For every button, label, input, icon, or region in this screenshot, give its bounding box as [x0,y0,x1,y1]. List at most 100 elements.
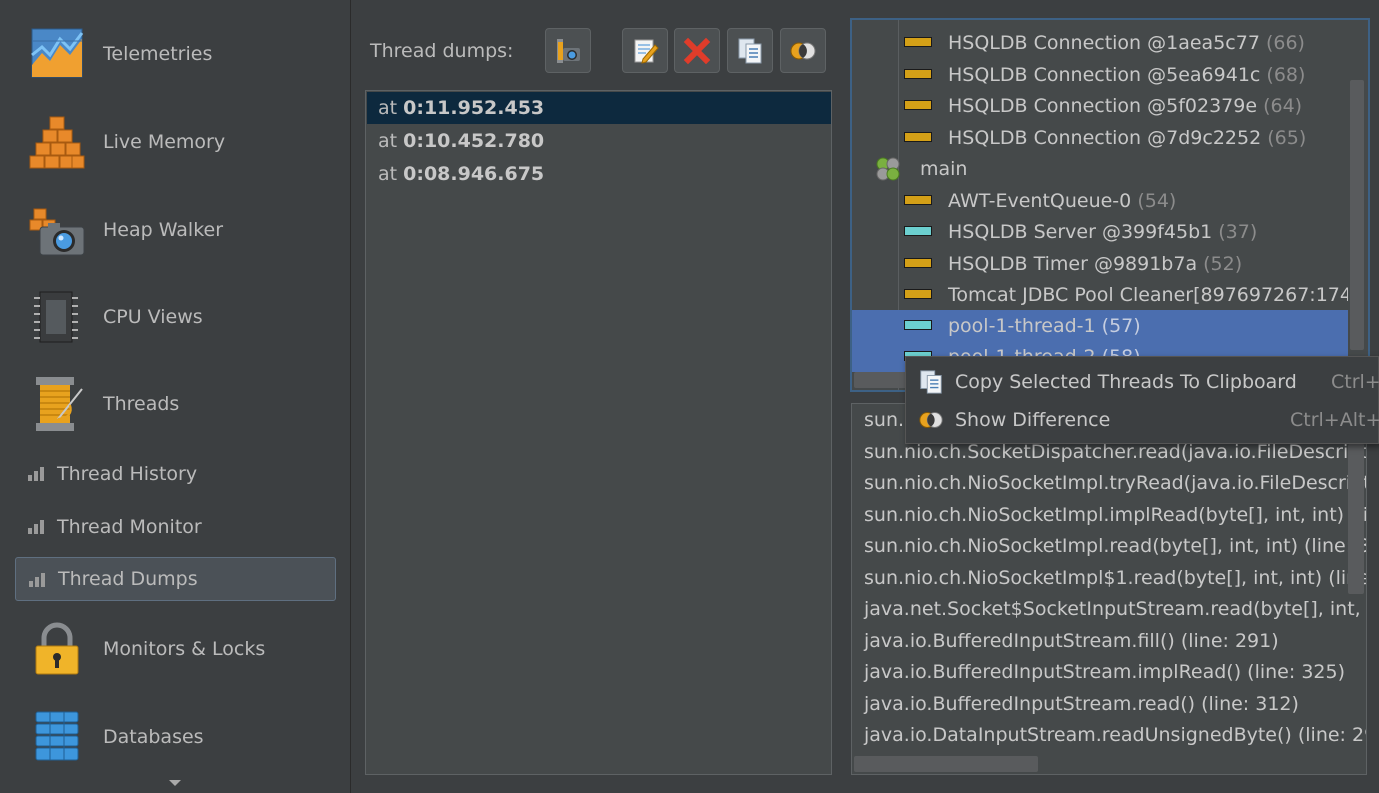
thread-group-icon [876,157,900,181]
thread-name: Tomcat JDBC Pool Cleaner[897697267:1743 [948,283,1365,306]
rename-dump-button[interactable] [622,28,668,73]
sidebar-item-monitors-locks[interactable]: Monitors & Locks [0,609,351,689]
delete-dump-button[interactable] [674,28,720,73]
sidebar-item-label: Telemetries [103,43,213,65]
stack-scroll-thumb[interactable] [1348,444,1364,594]
stack-frame: java.io.BufferedInputStream.fill() (line… [864,630,1279,652]
menu-item-shortcut: Ctrl+Alt+D [1290,409,1379,431]
thread-state-swatch [904,195,932,205]
take-thread-dump-icon [557,38,580,63]
tree-row[interactable]: HSQLDB Server @399f45b1 (37) [852,216,1350,247]
stack-frame: sun.nio.ch.NioSocketImpl.read(byte[], in… [864,535,1367,557]
list-item[interactable]: at 0:10.452.780 [367,125,831,157]
sidebar: Telemetries Live Memory Heap Walker CPU … [0,0,351,793]
stack-frame: sun. [864,409,905,431]
thread-dump-list[interactable]: at 0:11.952.453 at 0:10.452.780 at 0:08.… [365,90,832,775]
stack-frame: sun.nio.ch.NioSocketImpl$1.read(byte[], … [864,567,1367,589]
tree-row[interactable]: HSQLDB Connection @5ea6941c (68) [852,59,1350,90]
thread-state-swatch [904,258,932,268]
stack-trace-panel[interactable]: sun. sun.nio.ch.SocketDispatcher.read(ja… [851,403,1367,775]
rename-dump-icon [634,39,659,64]
context-menu: Copy Selected Threads To Clipboard Ctrl+… [905,356,1379,444]
thread-name: AWT-EventQueue-0 (54) [948,189,1177,212]
thread-name: HSQLDB Connection @1aea5c77 (66) [948,31,1305,54]
heap-walker-camera-icon [29,208,85,256]
thread-dumps-panel: Thread dumps: at 0:11.952.453 at 0:10.45… [352,0,849,793]
sidebar-item-threads[interactable]: Threads [0,364,351,444]
menu-item-label: Copy Selected Threads To Clipboard [955,371,1297,393]
list-item[interactable]: at 0:08.946.675 [367,158,831,190]
sidebar-item-heap-walker[interactable]: Heap Walker [0,190,351,270]
sidebar-item-label: Thread Dumps [58,568,198,590]
tree-row[interactable]: HSQLDB Timer @9891b7a (52) [852,248,1350,279]
sidebar-item-label: Thread History [57,463,198,485]
bar-chart-icon [28,520,44,534]
stack-frame: sun.nio.ch.NioSocketImpl.tryRead(java.io… [864,472,1367,494]
sidebar-item-label: Heap Walker [103,219,224,241]
thread-dumps-label: Thread dumps: [370,40,514,62]
menu-item-shortcut: Ctrl+C [1331,371,1379,393]
sidebar-item-label: CPU Views [103,306,203,328]
stack-horizontal-scrollbar[interactable] [854,756,1038,772]
dump-prefix: at [378,130,404,152]
menu-item-show-difference[interactable]: Show Difference Ctrl+Alt+D [906,401,1379,439]
sidebar-item-thread-dumps[interactable]: Thread Dumps [15,557,336,601]
bar-chart-icon [28,467,44,481]
sidebar-item-thread-history[interactable]: Thread History [15,452,336,496]
sidebar-item-live-memory[interactable]: Live Memory [0,102,351,182]
sidebar-scroll-down-icon[interactable] [169,780,181,786]
stack-frame: java.io.BufferedInputStream.implRead() (… [864,661,1345,683]
thread-name: HSQLDB Connection @5ea6941c (68) [948,63,1306,86]
tree-row[interactable]: AWT-EventQueue-0 (54) [852,185,1350,216]
tree-group-row[interactable]: main [852,153,1350,184]
thread-state-swatch [904,320,932,330]
tree-row[interactable]: pool-1-thread-1 (57) [852,310,1350,341]
delete-dump-icon [683,37,711,64]
sidebar-item-label: Thread Monitor [57,516,202,538]
menu-item-copy-selected-threads[interactable]: Copy Selected Threads To Clipboard Ctrl+… [906,363,1379,401]
sidebar-item-databases[interactable]: Databases [0,697,351,777]
database-icon [35,711,79,761]
thread-name: HSQLDB Connection @7d9c2252 (65) [948,126,1307,149]
tree-row[interactable]: HSQLDB Connection @7d9c2252 (65) [852,122,1350,153]
thread-name: HSQLDB Server @399f45b1 (37) [948,220,1258,243]
dump-prefix: at [378,97,404,119]
show-difference-icon [790,42,816,59]
tree-row[interactable]: Tomcat JDBC Pool Cleaner[897697267:1743 [852,279,1364,310]
sidebar-item-cpu-views[interactable]: CPU Views [0,277,351,357]
cpu-chip-icon [34,291,78,343]
show-difference-button[interactable] [780,28,826,73]
take-thread-dump-button[interactable] [545,28,591,73]
sidebar-item-telemetries[interactable]: Telemetries [0,14,351,94]
bar-chart-icon [29,573,45,587]
thread-state-swatch [904,226,932,236]
copy-threads-icon [738,38,762,63]
tree-row[interactable]: HSQLDB Connection @1aea5c77 (66) [852,27,1350,58]
show-difference-icon [919,412,943,428]
thread-tree[interactable]: HSQLDB Connection @1aea5c77 (66) HSQLDB … [850,18,1370,392]
thread-name: HSQLDB Timer @9891b7a (52) [948,252,1243,275]
thread-group-name: main [920,157,968,180]
stack-frame: sun.nio.ch.NioSocketImpl.implRead(byte[]… [864,504,1367,526]
live-memory-cubes-icon [29,116,85,169]
sidebar-item-label: Threads [103,393,180,415]
thread-state-swatch [904,37,932,47]
dump-time: 0:08.946.675 [403,163,545,185]
dump-prefix: at [378,163,404,185]
sidebar-item-label: Monitors & Locks [103,638,266,660]
sidebar-item-label: Live Memory [103,131,226,153]
tree-row[interactable]: HSQLDB Connection @5f02379e (64) [852,90,1350,121]
thread-state-swatch [904,132,932,142]
stack-frame: sun.nio.ch.SocketDispatcher.read(java.io… [864,441,1367,463]
stack-frame: java.io.BufferedInputStream.read() (line… [864,693,1299,715]
tree-scroll-thumb[interactable] [1350,80,1364,350]
thread-state-swatch [904,289,932,299]
sidebar-item-thread-monitor[interactable]: Thread Monitor [15,505,336,549]
thread-name: pool-1-thread-1 (57) [948,314,1141,337]
list-item[interactable]: at 0:11.952.453 [367,92,831,124]
copy-threads-button[interactable] [727,28,773,73]
thread-state-swatch [904,69,932,79]
padlock-icon [35,622,79,675]
threads-spool-icon [36,377,83,431]
menu-item-label: Show Difference [955,409,1111,431]
